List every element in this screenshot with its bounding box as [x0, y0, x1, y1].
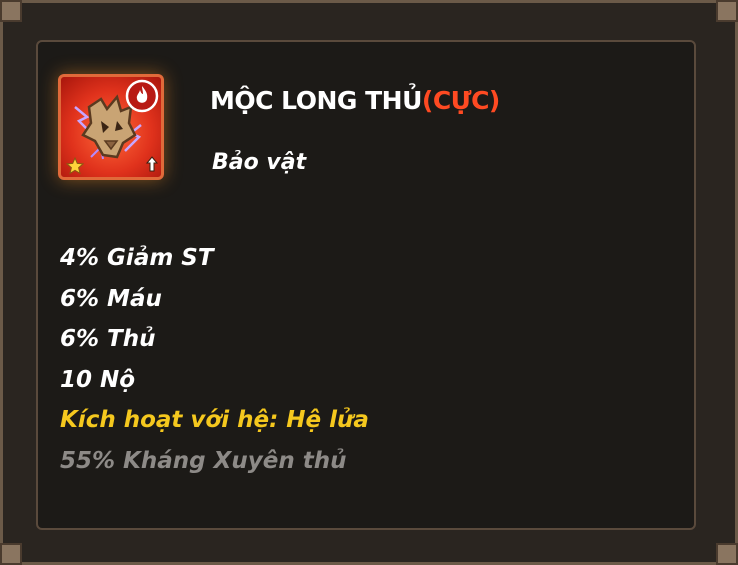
- stat-list: 4% Giảm ST 6% Máu 6% Thủ 10 Nộ Kích hoạt…: [60, 238, 369, 482]
- frame-corner-bottom-right: [716, 543, 738, 565]
- stat-line: 10 Nộ: [60, 366, 136, 393]
- item-name: MỘC LONG THỦ: [210, 86, 422, 115]
- upgrade-arrow-icon: [145, 156, 159, 172]
- stat-line: 6% Máu: [60, 285, 162, 312]
- fire-element-icon: [125, 79, 159, 113]
- item-type: Bảo vật: [212, 150, 307, 175]
- frame-corner-top-left: [0, 0, 22, 22]
- item-icon[interactable]: [58, 74, 164, 180]
- frame-corner-bottom-left: [0, 543, 22, 565]
- item-grade: (CỰC): [421, 86, 500, 115]
- locked-stat: 55% Kháng Xuyên thủ: [60, 447, 347, 474]
- star-icon: [66, 157, 84, 175]
- item-title: MỘC LONG THỦ(CỰC): [210, 86, 500, 115]
- frame-corner-top-right: [716, 0, 738, 22]
- activation-condition: Kích hoạt với hệ: Hệ lửa: [60, 407, 369, 434]
- stat-line: 6% Thủ: [60, 326, 156, 353]
- stat-line: 4% Giảm ST: [60, 245, 214, 271]
